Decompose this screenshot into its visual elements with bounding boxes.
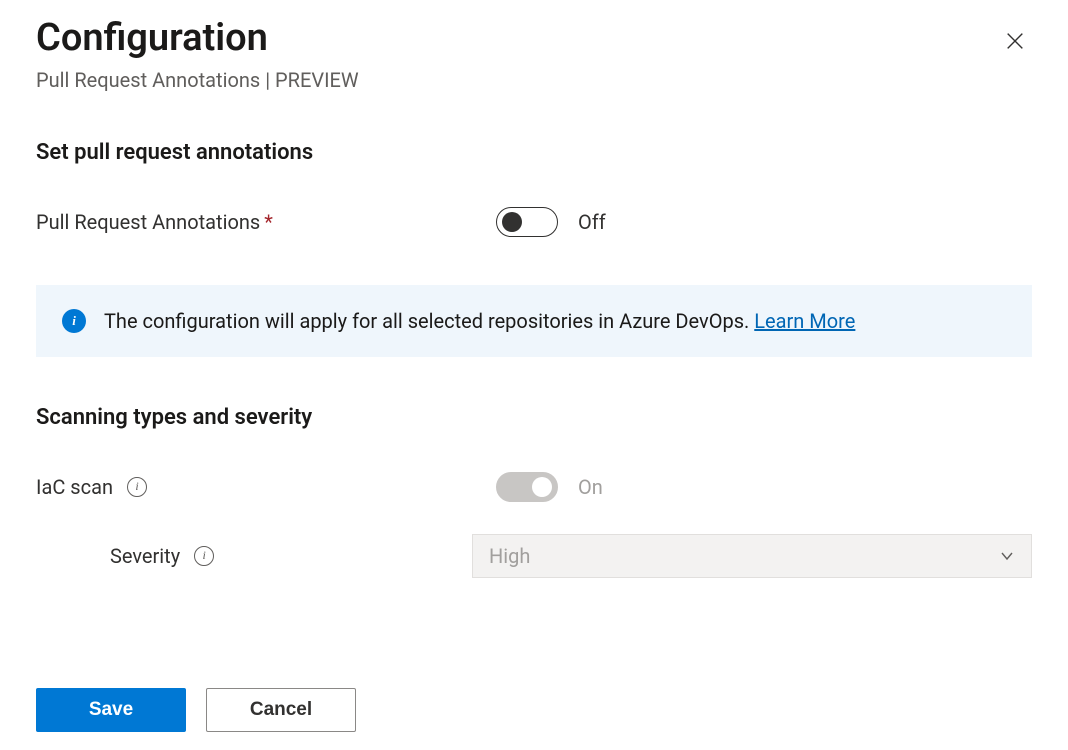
info-icon: i [62, 309, 86, 333]
close-button[interactable] [998, 24, 1032, 61]
section-scanning-heading: Scanning types and severity [36, 405, 1032, 430]
iac-scan-control: On [496, 472, 603, 502]
iac-scan-state-label: On [578, 475, 603, 499]
toggle-knob-icon [502, 212, 522, 232]
iac-scan-label: IaC scan [36, 475, 113, 499]
learn-more-link[interactable]: Learn More [754, 309, 855, 333]
severity-info-icon[interactable]: i [194, 546, 214, 566]
info-banner-text: The configuration will apply for all sel… [104, 309, 754, 333]
pr-annotations-row: Pull Request Annotations * Off [36, 207, 1032, 237]
severity-label-col: Severity i [36, 544, 472, 568]
cancel-button[interactable]: Cancel [206, 688, 356, 732]
iac-scan-label-col: IaC scan i [36, 475, 496, 499]
info-banner: i The configuration will apply for all s… [36, 285, 1032, 357]
pr-annotations-label-col: Pull Request Annotations * [36, 210, 496, 234]
required-indicator: * [264, 210, 273, 234]
iac-scan-toggle[interactable] [496, 472, 558, 502]
iac-info-icon[interactable]: i [127, 477, 147, 497]
severity-dropdown[interactable]: High [472, 534, 1032, 578]
page-subtitle: Pull Request Annotations | PREVIEW [36, 68, 359, 92]
footer-buttons: Save Cancel [36, 688, 1032, 732]
close-icon [1004, 30, 1026, 52]
iac-scan-row: IaC scan i On [36, 472, 1032, 502]
toggle-knob-icon [532, 477, 552, 497]
chevron-down-icon [999, 548, 1015, 564]
pr-annotations-label: Pull Request Annotations [36, 210, 260, 234]
section-annotations-heading: Set pull request annotations [36, 140, 1032, 165]
severity-selected-value: High [489, 544, 530, 568]
severity-row: Severity i High [36, 534, 1032, 578]
pr-annotations-toggle[interactable] [496, 207, 558, 237]
page-title: Configuration [36, 18, 359, 60]
severity-label: Severity [110, 544, 180, 568]
pr-annotations-control: Off [496, 207, 606, 237]
header-titles: Configuration Pull Request Annotations |… [36, 18, 359, 92]
info-banner-text-container: The configuration will apply for all sel… [104, 309, 855, 333]
pr-annotations-state-label: Off [578, 210, 606, 234]
header-row: Configuration Pull Request Annotations |… [36, 18, 1032, 92]
save-button[interactable]: Save [36, 688, 186, 732]
